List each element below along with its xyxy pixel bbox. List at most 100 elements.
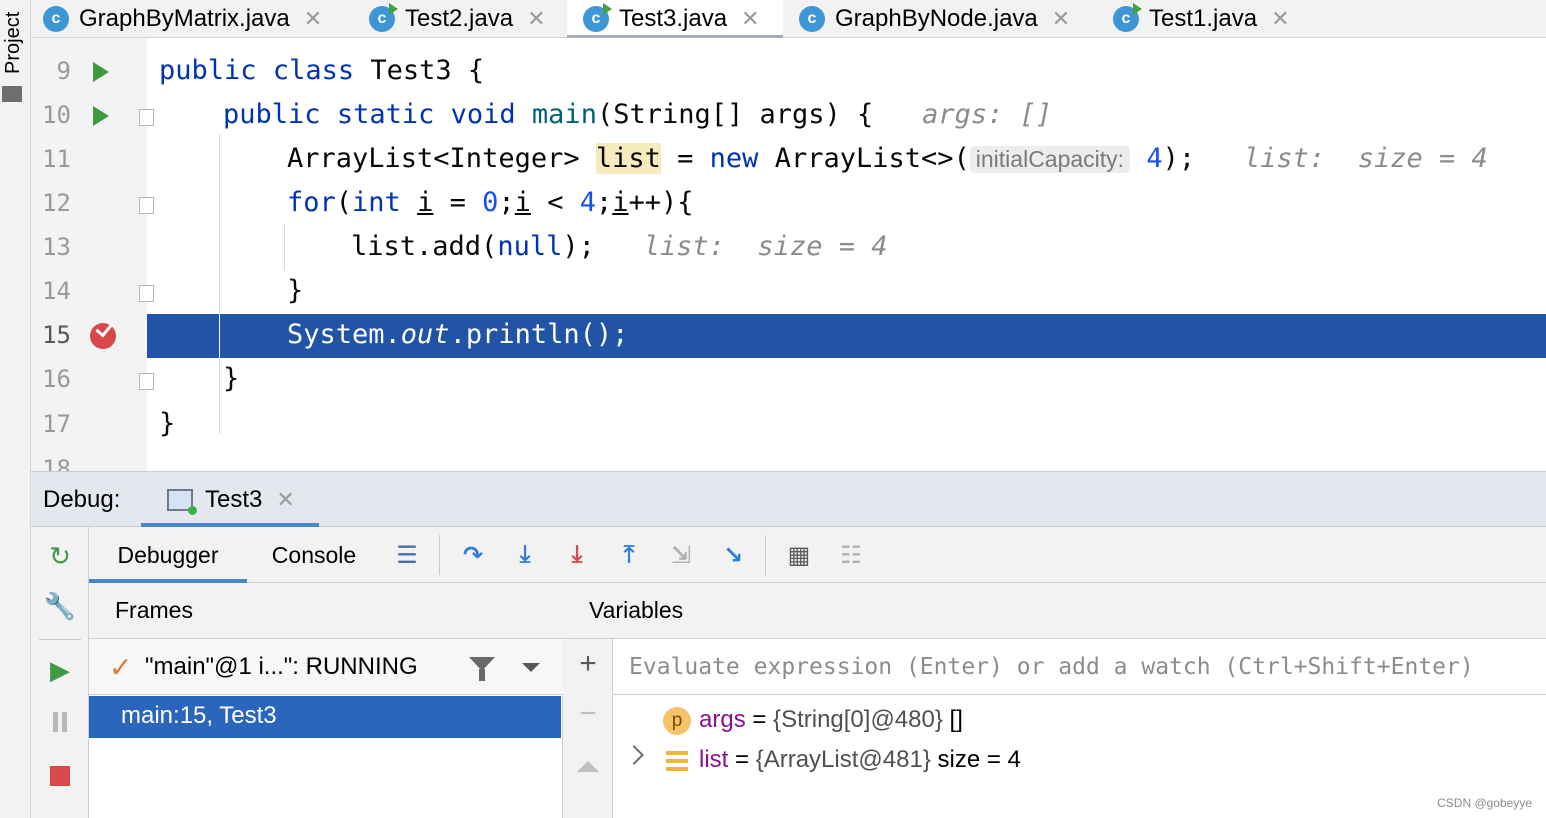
line-number: 13 [42, 233, 71, 261]
run-class-icon[interactable] [93, 62, 109, 82]
code-line-11[interactable]: 11 ArrayList<Integer> list = new ArrayLi… [31, 138, 1546, 182]
line-number: 18 [42, 455, 71, 471]
debug-label: Debug: [43, 486, 121, 513]
watch-toolbar: + − [563, 639, 613, 818]
thread-label: "main"@1 i...": RUNNING [145, 653, 418, 680]
run-main-icon[interactable] [93, 106, 109, 126]
remove-watch-icon[interactable]: − [563, 697, 613, 731]
variables-tree: p args = {String[0]@480} [] list = {Arra… [613, 696, 1546, 818]
code-line-16[interactable]: 16 } [31, 358, 1546, 402]
indent-guide [219, 314, 220, 358]
tab-test2[interactable]: c Test2.java ✕ [369, 0, 546, 38]
project-tool-strip: Project [0, 0, 31, 818]
separator [39, 639, 81, 640]
close-icon[interactable]: ✕ [741, 6, 759, 32]
step-out-icon[interactable]: ⤒ [613, 539, 645, 571]
parameter-icon: p [663, 707, 691, 735]
checkmark-icon: ✓ [109, 652, 133, 683]
code-line-10[interactable]: 10 public static void main(String[] args… [31, 94, 1546, 138]
separator [765, 535, 766, 575]
variable-text: list = {ArrayList@481} size = 4 [699, 746, 1021, 773]
resume-icon[interactable]: ▶ [45, 655, 75, 685]
rerun-icon[interactable]: ↻ [45, 541, 75, 571]
line-number: 9 [56, 57, 71, 85]
code-text: ArrayList<Integer> list = new ArrayList<… [287, 143, 1488, 174]
evaluate-expression-icon[interactable]: ▦ [783, 539, 815, 571]
debugger-toolbar: Debugger Console ☰ ↷ ⤓ ⤓ ⤒ ⇲ ↘ ▦ ☷ [89, 527, 1546, 583]
layout-menu-icon[interactable]: ☰ [391, 539, 423, 571]
class-icon: c [583, 3, 612, 32]
tab-test1[interactable]: c Test1.java ✕ [1113, 0, 1290, 38]
variable-row-list[interactable]: list = {ArrayList@481} size = 4 [613, 740, 1546, 780]
project-tool-button[interactable]: Project [2, 12, 25, 74]
fold-icon[interactable] [139, 285, 154, 302]
drop-frame-icon[interactable]: ⇲ [665, 539, 697, 571]
chevron-right-icon[interactable] [624, 745, 644, 765]
parameter-hint: initialCapacity: [969, 146, 1131, 173]
variable-row-args[interactable]: p args = {String[0]@480} [] [613, 700, 1546, 740]
debug-session-tab[interactable]: Test3 ✕ [141, 472, 319, 527]
code-line-15[interactable]: 15 System.out.println(); [31, 314, 1546, 358]
line-number: 16 [42, 365, 71, 393]
code-line-17[interactable]: 17 } [31, 403, 1546, 447]
fold-icon[interactable] [139, 197, 154, 214]
code-line-12[interactable]: 12 for(int i = 0;i < 4;i++){ [31, 182, 1546, 226]
breakpoint-icon[interactable] [90, 323, 116, 349]
tab-label: Test2.java [405, 5, 514, 32]
close-icon[interactable]: ✕ [276, 487, 294, 513]
filter-icon[interactable] [469, 657, 495, 681]
fold-icon[interactable] [139, 373, 154, 390]
tab-graphbymatrix[interactable]: c GraphByMatrix.java ✕ [43, 0, 322, 38]
debug-session-icon [167, 488, 197, 515]
chevron-down-icon[interactable] [522, 663, 540, 672]
frames-panel: Frames ✓ "main"@1 i...": RUNNING main:15… [89, 583, 563, 818]
tab-label: GraphByNode.java [835, 5, 1038, 32]
close-icon[interactable]: ✕ [1271, 6, 1289, 32]
debug-session-label: Test3 [205, 485, 263, 513]
tab-debugger[interactable]: Debugger [89, 527, 247, 583]
frame-item[interactable]: main:15, Test3 [89, 696, 561, 738]
class-icon: c [43, 6, 69, 32]
stop-icon[interactable] [45, 761, 75, 791]
tab-console[interactable]: Console [259, 527, 369, 583]
tab-label: GraphByMatrix.java [79, 5, 290, 32]
close-icon[interactable]: ✕ [1052, 6, 1070, 32]
close-icon[interactable]: ✕ [304, 6, 322, 32]
tab-label: Test3.java [619, 5, 728, 32]
code-text: for(int i = 0;i < 4;i++){ [287, 187, 694, 218]
class-icon: c [1113, 3, 1142, 32]
wrench-icon[interactable]: 🔧 [44, 591, 76, 621]
code-line-13[interactable]: 13 list.add(null); list: size = 4 [31, 226, 1546, 270]
tab-graphbynode[interactable]: c GraphByNode.java ✕ [799, 0, 1070, 38]
move-up-icon[interactable] [563, 759, 613, 777]
list-inline-value: list: size = 4 [643, 231, 888, 262]
force-step-into-icon[interactable]: ⤓ [561, 539, 593, 571]
thread-selector[interactable]: ✓ "main"@1 i...": RUNNING [89, 639, 563, 695]
watermark: CSDN @gobeyye [1437, 796, 1532, 810]
tab-test3[interactable]: c Test3.java ✕ [567, 0, 783, 39]
variables-title: Variables [563, 583, 1546, 639]
run-to-cursor-icon[interactable]: ↘ [717, 539, 749, 571]
class-icon: c [799, 6, 825, 32]
code-line-18[interactable]: 18 [31, 448, 1546, 471]
code-text: public class Test3 { [159, 55, 485, 86]
evaluate-expression-input[interactable] [613, 639, 1546, 695]
variable-text: args = {String[0]@480} [] [699, 706, 963, 733]
code-editor[interactable]: 9 public class Test3 { 10 public static … [31, 38, 1546, 471]
separator [439, 535, 440, 575]
close-icon[interactable]: ✕ [527, 6, 545, 32]
class-icon: c [369, 3, 398, 32]
debug-side-toolbar: ↻ 🔧 ▶ [31, 527, 89, 818]
code-line-14[interactable]: 14 } [31, 270, 1546, 314]
trace-stream-icon[interactable]: ☷ [835, 539, 867, 571]
code-text: } [287, 275, 304, 306]
fold-icon[interactable] [139, 109, 154, 126]
pause-icon[interactable] [45, 707, 75, 737]
line-number: 17 [42, 410, 71, 438]
folder-icon [2, 86, 22, 102]
tab-label: Test1.java [1149, 5, 1258, 32]
code-line-9[interactable]: 9 public class Test3 { [31, 50, 1546, 94]
step-into-icon[interactable]: ⤓ [509, 539, 541, 571]
step-over-icon[interactable]: ↷ [457, 539, 489, 571]
add-watch-icon[interactable]: + [563, 647, 613, 681]
